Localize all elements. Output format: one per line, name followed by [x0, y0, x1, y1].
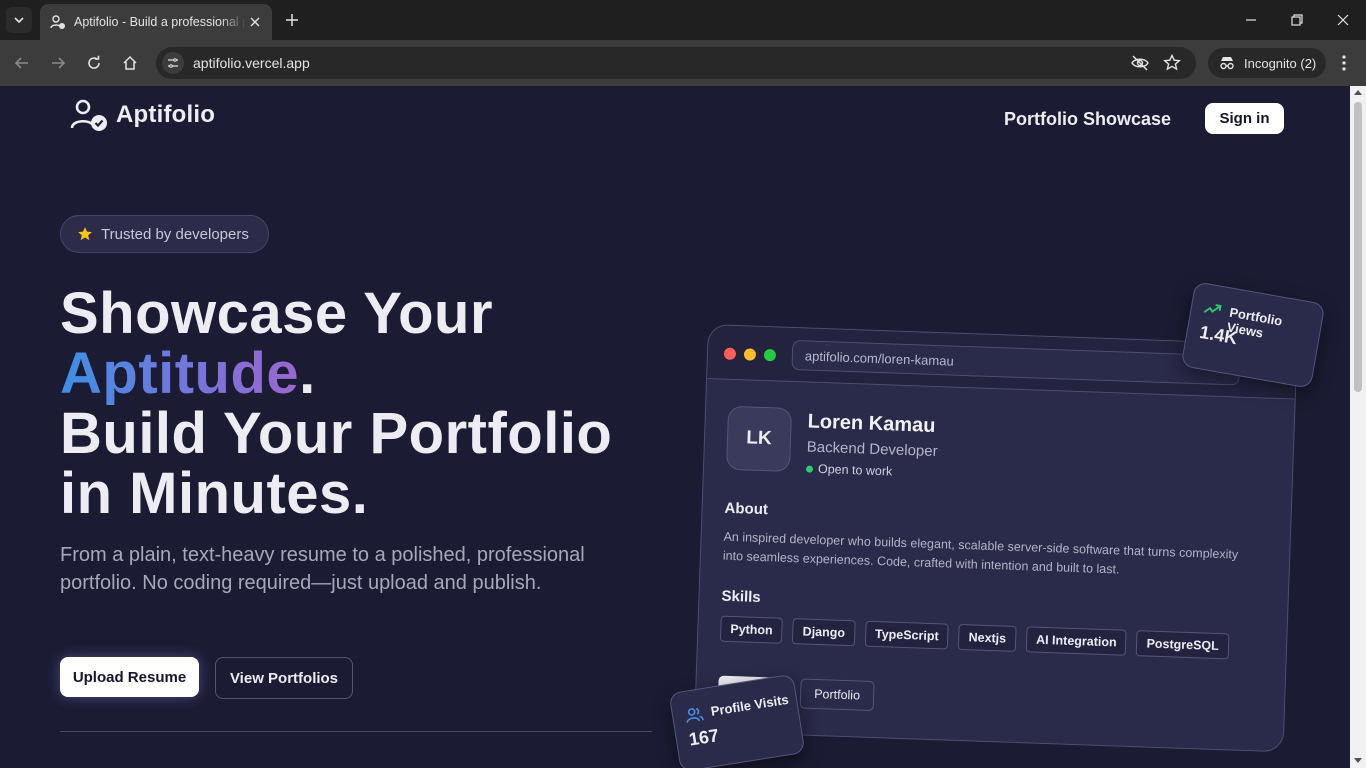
headline-line-1: Showcase Your — [60, 281, 494, 346]
portfolio-showcase-link[interactable]: Portfolio Showcase — [1004, 109, 1171, 130]
hero-subtext: From a plain, text-heavy resume to a pol… — [60, 544, 585, 594]
arrow-right-icon — [52, 57, 66, 69]
minimize-icon — [1246, 19, 1256, 21]
window-dot-yellow — [743, 348, 757, 361]
arrow-left-icon — [14, 57, 28, 69]
headline-line-3: in Minutes. — [60, 461, 369, 526]
user-check-logo-icon — [70, 99, 107, 131]
skill-chip: Python — [719, 615, 784, 644]
mockup-url: aptifolio.com/loren-kamau — [791, 339, 1241, 386]
aptifolio-favicon-icon — [50, 14, 66, 30]
bookmark-star-icon[interactable] — [1162, 53, 1182, 78]
profile-label: Incognito (2) — [1244, 55, 1317, 71]
trusted-badge: Trusted by developers — [60, 215, 269, 253]
profile-role: Backend Developer — [806, 438, 938, 461]
home-button[interactable] — [118, 51, 142, 75]
tab-search-button[interactable] — [6, 7, 32, 33]
profile-visits-card: Profile Visits 167 — [668, 673, 806, 768]
reload-icon — [88, 55, 100, 69]
incognito-icon — [1220, 57, 1234, 70]
headline-line-accent: Aptitude. — [60, 344, 612, 404]
brand-logo[interactable]: Aptifolio — [70, 98, 215, 132]
more-vertical-icon — [1342, 55, 1346, 71]
views-label: Portfolio Views — [1225, 304, 1284, 341]
browser-toolbar: aptifolio.vercel.app Incognito (2) — [0, 40, 1366, 86]
restore-icon — [1291, 14, 1303, 26]
scroll-up-arrow-icon[interactable] — [1354, 90, 1362, 95]
skill-chip: AI Integration — [1025, 626, 1128, 656]
address-bar[interactable]: aptifolio.vercel.app — [156, 47, 1196, 79]
restore-button[interactable] — [1285, 8, 1309, 32]
skill-chip: PostgreSQL — [1136, 630, 1230, 660]
scroll-down-arrow-icon[interactable] — [1354, 758, 1362, 763]
skills-title: Skills — [721, 587, 761, 607]
sign-in-button[interactable]: Sign in — [1205, 103, 1284, 134]
upload-resume-button[interactable]: Upload Resume — [60, 657, 199, 697]
url-text: aptifolio.vercel.app — [193, 55, 310, 71]
about-title: About — [724, 499, 769, 519]
browser-menu-button[interactable] — [1332, 51, 1356, 75]
avatar: LK — [725, 405, 793, 472]
page-viewport: Aptifolio Portfolio Showcase Sign in Tru… — [0, 86, 1350, 768]
plus-icon — [286, 14, 298, 26]
close-icon — [1337, 14, 1349, 26]
status-dot-icon — [805, 465, 814, 473]
skill-chip: Nextjs — [958, 623, 1017, 652]
skills-list: Python Django TypeScript Nextjs AI Integ… — [719, 615, 1230, 660]
visits-label: Profile Visits — [709, 691, 790, 719]
close-window-button[interactable] — [1331, 8, 1355, 32]
home-icon — [123, 55, 137, 70]
minimize-button[interactable] — [1239, 8, 1263, 32]
about-text: An inspired developer who builds elegant… — [722, 529, 1239, 577]
tab-title: Aptifolio - Build a professional portfol… — [74, 15, 246, 29]
visits-value: 167 — [687, 725, 721, 750]
reload-button[interactable] — [82, 51, 106, 75]
trending-up-icon — [1203, 304, 1222, 313]
users-icon — [686, 707, 704, 723]
browser-tab[interactable]: Aptifolio - Build a professional portfol… — [40, 4, 272, 40]
view-portfolios-button[interactable]: View Portfolios — [215, 657, 353, 699]
window-dot-red — [723, 347, 737, 360]
tab-close-icon[interactable] — [246, 13, 264, 31]
status-text: Open to work — [817, 461, 893, 479]
skill-chip: Django — [792, 618, 856, 647]
back-button[interactable] — [10, 51, 34, 75]
eye-off-icon[interactable] — [1130, 53, 1150, 78]
star-icon — [78, 227, 92, 241]
forward-button[interactable] — [46, 51, 70, 75]
chevron-down-icon — [14, 17, 24, 24]
window-dot-green — [763, 348, 777, 362]
tab-strip: Aptifolio - Build a professional portfol… — [0, 0, 1366, 40]
profile-status: Open to work — [805, 461, 893, 479]
site-info-icon[interactable] — [162, 52, 184, 74]
hero-headline: Showcase Your Aptitude. Build Your Portf… — [60, 284, 612, 524]
scrollbar-thumb[interactable] — [1354, 102, 1362, 392]
brand-name: Aptifolio — [116, 101, 216, 128]
mockup-portfolio-button: Portfolio — [799, 678, 875, 712]
incognito-profile-button[interactable]: Incognito (2) — [1208, 48, 1327, 78]
profile-name: Loren Kamau — [807, 410, 936, 437]
badge-text: Trusted by developers — [101, 225, 249, 243]
headline-accent-word: Aptitude — [60, 341, 300, 406]
headline-period: . — [299, 341, 316, 406]
page-scrollbar[interactable] — [1350, 86, 1366, 768]
new-tab-button[interactable] — [282, 10, 302, 30]
skill-chip: TypeScript — [864, 620, 950, 650]
section-divider — [60, 731, 652, 732]
headline-line-2: Build Your Portfolio — [60, 401, 613, 466]
